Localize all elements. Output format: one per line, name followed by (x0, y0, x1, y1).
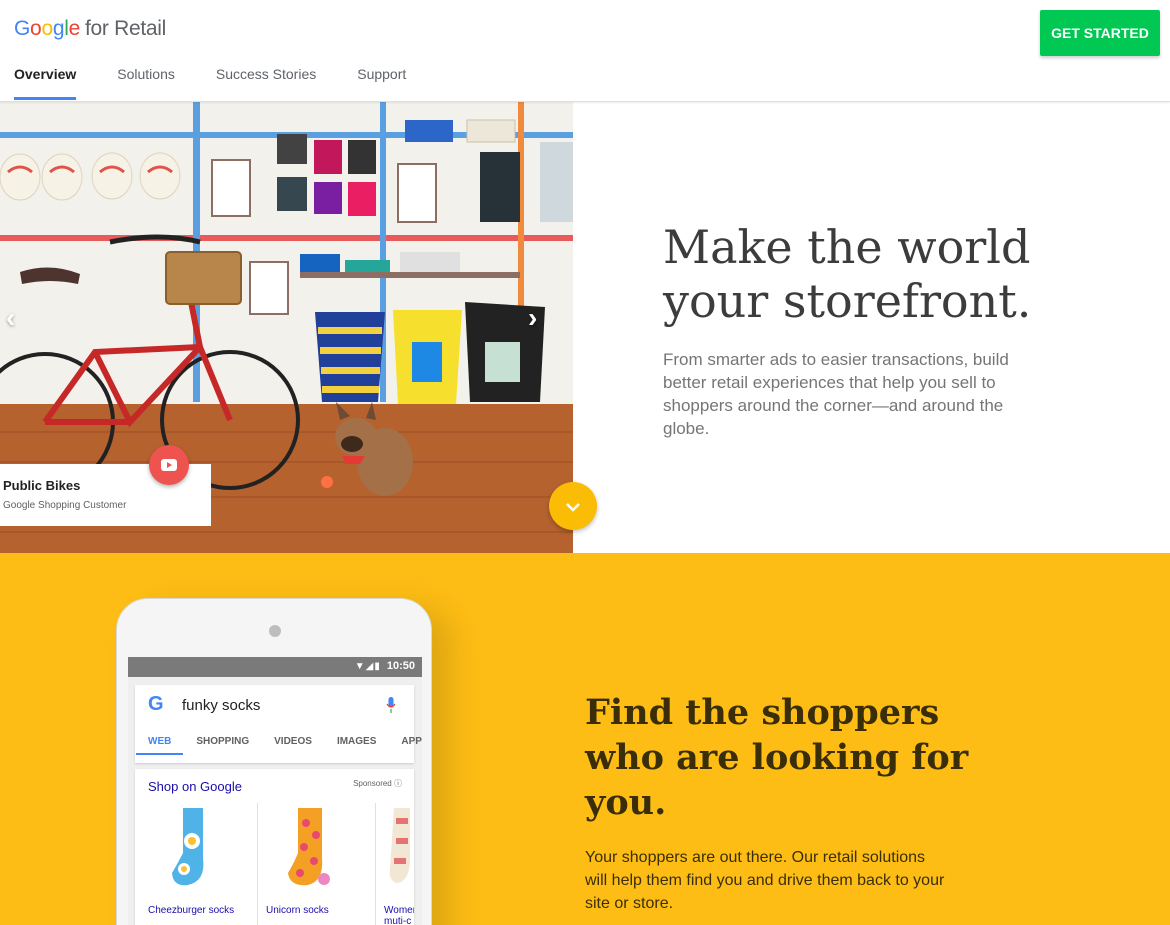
logo-letter: o (41, 17, 53, 40)
sponsored-label: Sponsored ⓘ (353, 778, 402, 789)
scroll-down-button[interactable] (549, 482, 597, 530)
logo-suffix: for Retail (84, 17, 167, 40)
logo-letter: o (30, 17, 42, 40)
tab-images[interactable]: IMAGES (337, 731, 376, 755)
tab-apps[interactable]: APPS (401, 731, 422, 755)
chevron-down-icon (566, 503, 580, 512)
product-name: Unicorn socks (266, 905, 329, 916)
nav-solutions[interactable]: Solutions (117, 66, 175, 100)
chevron-left-icon[interactable]: ‹ (6, 302, 15, 334)
sponsored-text: Sponsored (353, 779, 392, 788)
product-card[interactable]: Unicorn socks (266, 803, 382, 925)
nav-success-stories[interactable]: Success Stories (216, 66, 316, 100)
search-tabs: WEB SHOPPING VIDEOS IMAGES APPS (135, 731, 422, 755)
get-started-button[interactable]: GET STARTED (1040, 10, 1160, 56)
sock-image (288, 808, 330, 886)
search-card: G funky socks WEB SHOPPING VIDEOS IMAGES… (135, 685, 422, 763)
phone-screen: ▼◢▮ 10:50 G funky socks WEB SHOPPING VIDE… (128, 657, 422, 925)
logo-letter: G (14, 17, 31, 40)
google-for-retail-logo[interactable]: Google for Retail (14, 17, 166, 41)
hero-title: Make the world your storefront. (663, 220, 1032, 328)
shop-title[interactable]: Shop on Google (148, 779, 242, 794)
google-g-icon: G (148, 693, 164, 715)
chevron-right-icon[interactable]: › (528, 302, 537, 334)
section-description: Your shoppers are out there. Our retail … (585, 849, 945, 912)
customer-name: Public Bikes (3, 478, 81, 493)
phone-mockup: ▼◢▮ 10:50 G funky socks WEB SHOPPING VIDE… (116, 598, 432, 925)
sock-image (172, 808, 204, 886)
hero-text-panel: Make the world your storefront. From sma… (573, 102, 1170, 553)
youtube-play-glyph (161, 459, 177, 471)
hero-description: From smarter ads to easier transactions,… (663, 350, 1009, 438)
tab-web[interactable]: WEB (135, 731, 184, 755)
nav-support[interactable]: Support (357, 66, 406, 100)
product-card[interactable]: Women muti-c (384, 803, 414, 925)
product-divider (257, 803, 258, 925)
sock-image (389, 808, 410, 883)
customer-subtitle: Google Shopping Customer (3, 500, 127, 511)
site-header: Google for Retail Overview Solutions Succ… (0, 0, 1170, 102)
find-shoppers-section: ▼◢▮ 10:50 G funky socks WEB SHOPPING VIDE… (0, 553, 1170, 925)
tab-shopping[interactable]: SHOPPING (196, 731, 249, 755)
logo-letter: g (52, 17, 65, 40)
logo-letter: e (68, 17, 81, 40)
shop-on-google-card: Shop on Google Sponsored ⓘ Cheezburger s… (135, 769, 414, 925)
status-time: 10:50 (386, 660, 415, 672)
main-nav: Overview Solutions Success Stories Suppo… (14, 66, 447, 100)
product-name: Cheezburger socks (148, 905, 235, 916)
youtube-play-icon[interactable] (149, 445, 189, 485)
phone-speaker (269, 625, 281, 637)
tab-videos[interactable]: VIDEOS (274, 731, 312, 755)
info-icon[interactable]: ⓘ (394, 779, 402, 788)
search-query[interactable]: funky socks (182, 697, 260, 714)
section-title: Find the shoppers who are looking for yo… (585, 692, 969, 823)
product-divider (375, 803, 376, 925)
hero-carousel: ‹ › Public Bikes Google Shopping Custome… (0, 102, 573, 553)
nav-overview[interactable]: Overview (14, 66, 77, 100)
wifi-signal-battery-icon: ▼◢▮ (354, 661, 381, 672)
mic-icon[interactable] (386, 697, 396, 713)
product-name: Women muti-c (384, 905, 414, 925)
product-card[interactable]: Cheezburger socks (148, 803, 264, 925)
status-bar: ▼◢▮ 10:50 (128, 657, 422, 677)
